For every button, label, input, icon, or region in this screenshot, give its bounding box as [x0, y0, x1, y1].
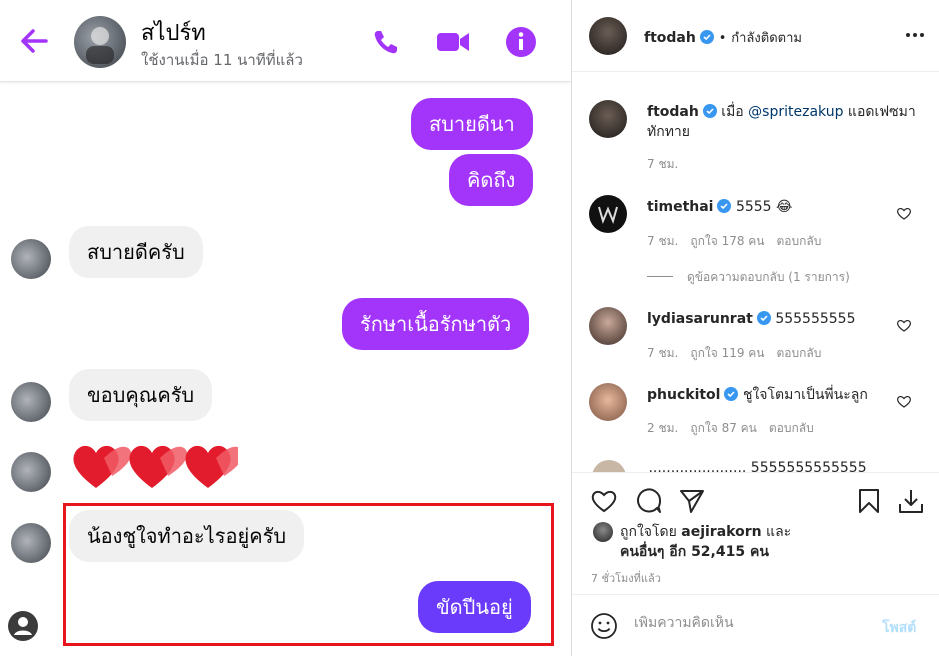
- commenter-avatar[interactable]: [589, 307, 627, 345]
- reply-button[interactable]: ตอบกลับ: [777, 234, 822, 248]
- like-comment-heart-icon[interactable]: [896, 317, 912, 333]
- liker-username[interactable]: aejirakorn: [681, 524, 761, 540]
- clipped-comment-body: ...................... 5555555555555: [648, 460, 867, 472]
- contact-name[interactable]: สไปร์ท: [141, 15, 206, 50]
- verified-badge-icon: [702, 104, 717, 118]
- comment-body: ชูใจโตมาเป็นพี่นะลูก: [742, 387, 868, 403]
- add-comment-bar: โพสต์: [572, 594, 939, 656]
- verified-badge-icon: [717, 199, 732, 213]
- comment-username[interactable]: phuckitol: [647, 387, 720, 403]
- comment-bubble-icon[interactable]: [635, 487, 663, 515]
- message-incoming[interactable]: สบายดีครับ: [69, 226, 203, 278]
- bookmark-icon[interactable]: [855, 487, 883, 515]
- comment-text: lydiasarunrat 555555555: [647, 309, 917, 329]
- contact-avatar[interactable]: [74, 16, 126, 68]
- comment-meta: 2 ชม. ถูกใจ 87 คน ตอบกลับ: [647, 419, 826, 438]
- sender-avatar: [11, 452, 51, 492]
- verified-badge-icon: [756, 311, 771, 325]
- likes-summary: ถูกใจโดย aejirakorn และ คนอื่นๆ อีก 52,4…: [620, 522, 791, 562]
- caption-time[interactable]: 7 ชม.: [647, 155, 678, 174]
- liker-avatar[interactable]: [593, 522, 613, 542]
- caption-username[interactable]: ftodah: [647, 104, 699, 120]
- comment-time[interactable]: 7 ชม.: [647, 234, 678, 248]
- liked-by-and: และ: [761, 524, 792, 540]
- clipped-avatar: [592, 460, 626, 472]
- comment-text: phuckitol ชูใจโตมาเป็นพี่นะลูก: [647, 385, 917, 405]
- liked-by-label: ถูกใจโดย: [620, 524, 682, 540]
- sender-avatar: [11, 239, 51, 279]
- commenter-avatar[interactable]: [589, 383, 627, 421]
- mention-link[interactable]: @spritezakup: [748, 104, 843, 120]
- hearts-emoji[interactable]: [68, 434, 238, 494]
- clipped-comment-text: ...................... 5555555555555: [592, 460, 867, 472]
- comment-username[interactable]: timethai: [647, 199, 713, 215]
- view-replies-link[interactable]: ดูข้อความตอบกลับ (1 รายการ): [647, 268, 850, 287]
- author-username[interactable]: ftodah: [644, 30, 696, 46]
- message-outgoing[interactable]: รักษาเนื้อรักษาตัว: [342, 298, 530, 350]
- verified-badge-icon: [699, 30, 714, 44]
- verified-badge-icon: [724, 387, 739, 401]
- following-button[interactable]: กำลังติดตาม: [731, 31, 802, 46]
- comment-time[interactable]: 2 ชม.: [647, 421, 678, 435]
- clipped-comment: ...................... 5555555555555: [592, 460, 922, 472]
- share-send-icon[interactable]: [678, 487, 706, 515]
- message-outgoing[interactable]: สบายดีนา: [411, 98, 533, 150]
- post-comment-button[interactable]: โพสต์: [882, 617, 916, 639]
- contact-status: ใช้งานเมื่อ 11 นาทีที่แล้ว: [141, 51, 303, 69]
- likes-count[interactable]: คนอื่นๆ อีก 52,415 คน: [620, 544, 769, 560]
- comment-likes[interactable]: ถูกใจ 87 คน: [690, 421, 757, 435]
- separator-dot: •: [718, 31, 727, 46]
- reply-button[interactable]: ตอบกลับ: [769, 421, 814, 435]
- post-time[interactable]: 7 ชั่วโมงที่แล้ว: [591, 569, 661, 587]
- video-call-icon[interactable]: [436, 25, 470, 59]
- comment-body: 555555555: [775, 311, 856, 327]
- comment-time[interactable]: 7 ชม.: [647, 346, 678, 360]
- comment-likes[interactable]: ถูกใจ 119 คน: [690, 346, 764, 360]
- emoji-icon[interactable]: [590, 612, 618, 640]
- info-icon[interactable]: [504, 25, 538, 59]
- caption-avatar[interactable]: [589, 100, 627, 138]
- author-line: ftodah • กำลังติดตาม: [644, 27, 802, 48]
- replies-divider: [647, 276, 673, 277]
- like-heart-icon[interactable]: [590, 487, 618, 515]
- commenter-avatar[interactable]: [589, 195, 627, 233]
- author-avatar[interactable]: [589, 17, 627, 55]
- sender-avatar: [11, 382, 51, 422]
- phone-icon[interactable]: [369, 25, 403, 59]
- messenger-chat: สไปร์ท ใช้งานเมื่อ 11 นาทีที่แล้ว สบายดี…: [0, 0, 571, 656]
- instagram-panel: ftodah • กำลังติดตาม ftodah เมื่อ @sprit…: [571, 0, 939, 656]
- post-header: ftodah • กำลังติดตาม: [572, 0, 939, 72]
- sender-avatar: [11, 523, 51, 563]
- like-comment-heart-icon[interactable]: [896, 205, 912, 221]
- like-comment-heart-icon[interactable]: [896, 393, 912, 409]
- message-incoming[interactable]: ขอบคุณครับ: [69, 369, 213, 421]
- caption-body: เมื่อ: [721, 104, 749, 120]
- highlight-box: [63, 503, 554, 646]
- comment-meta: 7 ชม. ถูกใจ 119 คน ตอบกลับ: [647, 344, 833, 363]
- screen: สไปร์ท ใช้งานเมื่อ 11 นาทีที่แล้ว สบายดี…: [0, 0, 939, 656]
- reply-button[interactable]: ตอบกลับ: [777, 346, 822, 360]
- comment-body: 5555 😂: [735, 199, 793, 215]
- comment-meta: 7 ชม. ถูกใจ 178 คน ตอบกลับ: [647, 232, 833, 251]
- view-replies-label[interactable]: ดูข้อความตอบกลับ (1 รายการ): [687, 270, 850, 284]
- user-profile-icon[interactable]: [7, 610, 39, 642]
- caption-text: ftodah เมื่อ @spritezakup แอดเฟซมาทักทาย: [647, 102, 917, 142]
- message-outgoing[interactable]: คิดถึง: [449, 154, 534, 206]
- chat-header: สไปร์ท ใช้งานเมื่อ 11 นาทีที่แล้ว: [0, 0, 571, 82]
- comment-username[interactable]: lydiasarunrat: [647, 311, 753, 327]
- comment-likes[interactable]: ถูกใจ 178 คน: [690, 234, 764, 248]
- back-arrow-icon[interactable]: [18, 26, 50, 56]
- comment-input[interactable]: [634, 615, 864, 631]
- comment-text: timethai 5555 😂: [647, 197, 917, 217]
- download-icon[interactable]: [897, 487, 925, 515]
- more-options-icon[interactable]: [903, 27, 927, 43]
